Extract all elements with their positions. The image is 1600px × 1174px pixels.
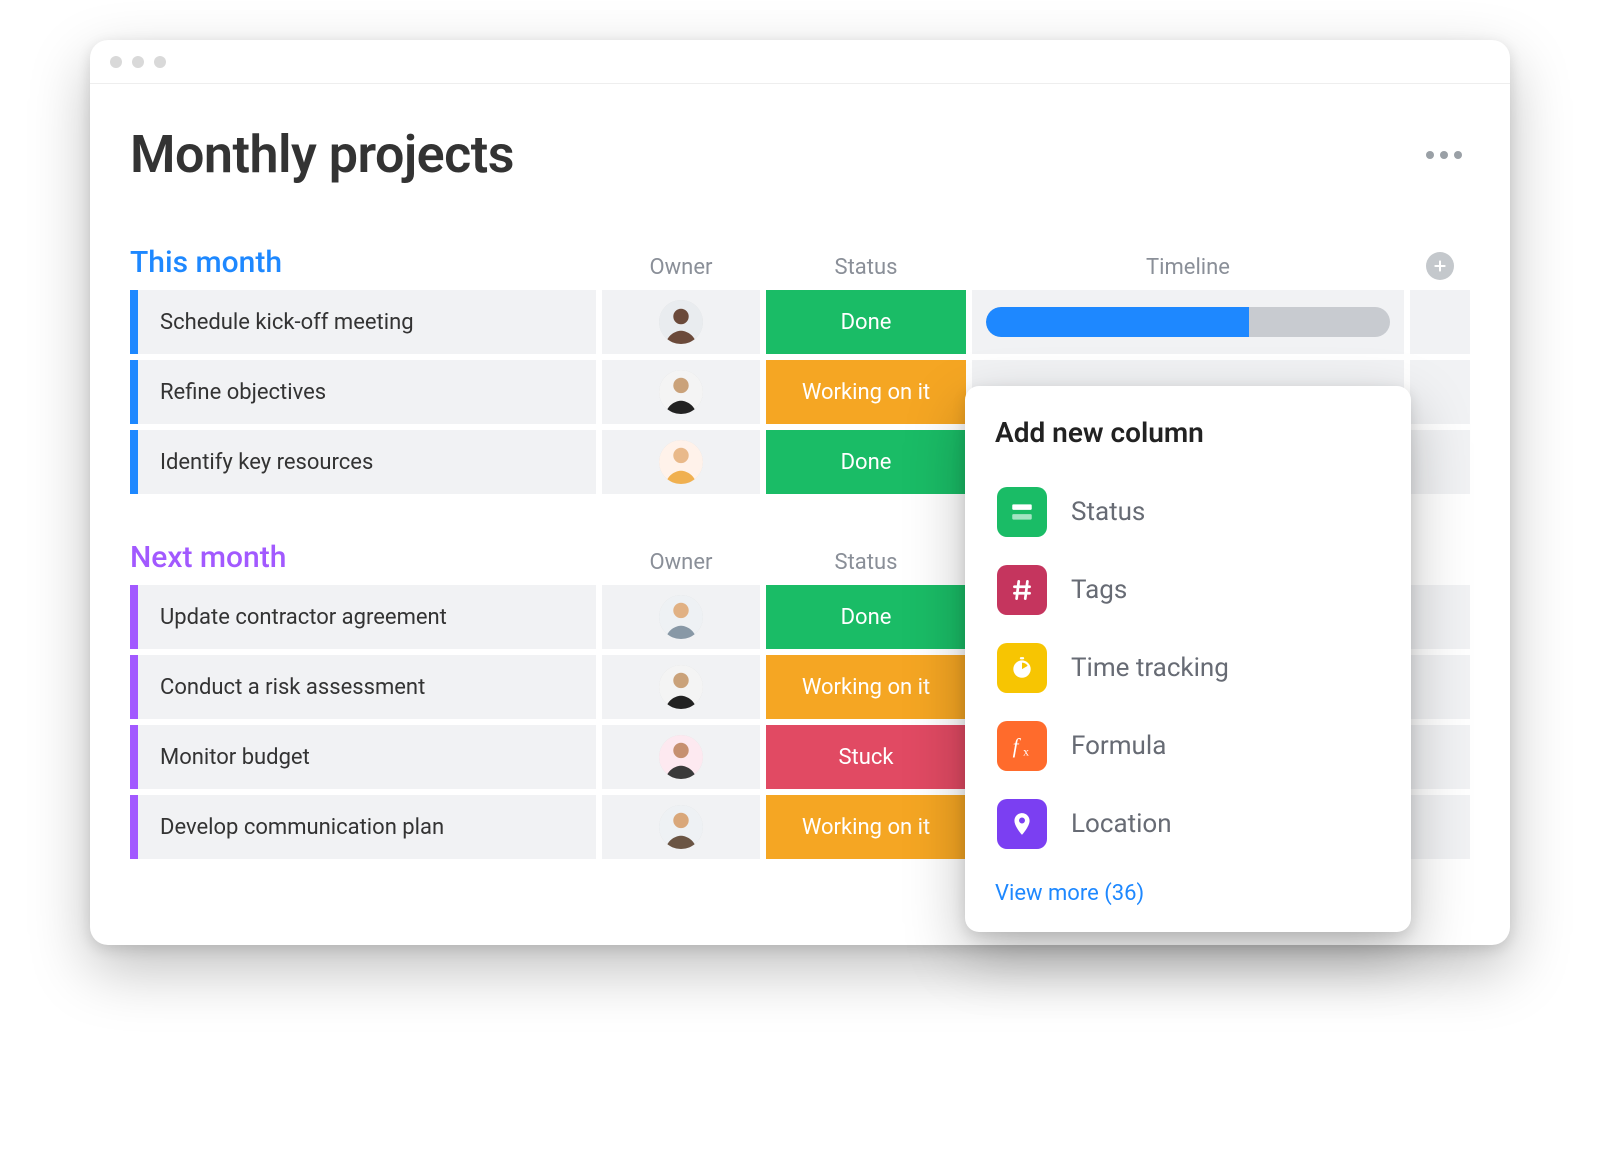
owner-cell[interactable]: [602, 430, 760, 494]
status-cell[interactable]: Done: [766, 430, 966, 494]
status-cell[interactable]: Working on it: [766, 360, 966, 424]
more-dot: [1440, 151, 1448, 159]
window-dot: [110, 56, 122, 68]
svg-text:f: f: [1013, 734, 1022, 758]
group-header: This month Owner Status Timeline: [130, 245, 1470, 290]
column-header-status[interactable]: Status: [766, 550, 966, 575]
add-column-button[interactable]: [1410, 252, 1470, 280]
owner-cell[interactable]: [602, 360, 760, 424]
board-more-button[interactable]: [1418, 143, 1470, 167]
item-name[interactable]: Schedule kick-off meeting: [130, 290, 596, 354]
column-type-label: Time tracking: [1071, 653, 1229, 683]
avatar: [659, 370, 703, 414]
view-more-link[interactable]: View more (36): [995, 881, 1381, 906]
column-header-status[interactable]: Status: [766, 255, 966, 280]
column-type-label: Location: [1071, 809, 1172, 839]
column-header-timeline[interactable]: Timeline: [972, 255, 1404, 280]
window-titlebar: [90, 40, 1510, 84]
item-name[interactable]: Develop communication plan: [130, 795, 596, 859]
status-cell[interactable]: Done: [766, 585, 966, 649]
item-name[interactable]: Update contractor agreement: [130, 585, 596, 649]
extra-cell: [1410, 360, 1470, 424]
board-header: Monthly projects: [130, 124, 1470, 185]
more-dot: [1454, 151, 1462, 159]
column-type-tags[interactable]: Tags: [995, 551, 1381, 629]
extra-cell: [1410, 725, 1470, 789]
extra-cell: [1410, 655, 1470, 719]
formula-icon: fx: [997, 721, 1047, 771]
hash-icon: [997, 565, 1047, 615]
svg-text:x: x: [1023, 745, 1029, 758]
item-name[interactable]: Monitor budget: [130, 725, 596, 789]
column-type-status[interactable]: Status: [995, 473, 1381, 551]
add-column-popover: Add new column Status Tags Time tracking…: [965, 386, 1411, 932]
item-name[interactable]: Identify key resources: [130, 430, 596, 494]
stopwatch-icon: [997, 643, 1047, 693]
window-dot: [132, 56, 144, 68]
owner-cell[interactable]: [602, 290, 760, 354]
column-header-owner[interactable]: Owner: [602, 550, 760, 575]
extra-cell: [1410, 795, 1470, 859]
status-cell[interactable]: Working on it: [766, 795, 966, 859]
timeline-bar: [986, 307, 1390, 337]
extra-cell: [1410, 430, 1470, 494]
owner-cell[interactable]: [602, 725, 760, 789]
status-icon: [997, 487, 1047, 537]
column-header-owner[interactable]: Owner: [602, 255, 760, 280]
plus-icon: [1426, 252, 1454, 280]
more-dot: [1426, 151, 1434, 159]
avatar: [659, 595, 703, 639]
board-title: Monthly projects: [130, 124, 514, 185]
popover-title: Add new column: [995, 416, 1381, 449]
timeline-cell[interactable]: [972, 290, 1404, 354]
avatar: [659, 665, 703, 709]
location-pin-icon: [997, 799, 1047, 849]
column-type-time-tracking[interactable]: Time tracking: [995, 629, 1381, 707]
owner-cell[interactable]: [602, 655, 760, 719]
owner-cell[interactable]: [602, 795, 760, 859]
column-type-label: Formula: [1071, 731, 1166, 761]
avatar: [659, 735, 703, 779]
table-row[interactable]: Schedule kick-off meeting Done: [130, 290, 1470, 354]
item-name[interactable]: Conduct a risk assessment: [130, 655, 596, 719]
column-type-label: Status: [1071, 497, 1145, 527]
column-type-formula[interactable]: fx Formula: [995, 707, 1381, 785]
column-type-location[interactable]: Location: [995, 785, 1381, 863]
owner-cell[interactable]: [602, 585, 760, 649]
avatar: [659, 300, 703, 344]
window-dot: [154, 56, 166, 68]
extra-cell: [1410, 290, 1470, 354]
status-cell[interactable]: Working on it: [766, 655, 966, 719]
column-type-label: Tags: [1071, 575, 1127, 605]
group-title[interactable]: This month: [130, 245, 596, 280]
status-cell[interactable]: Stuck: [766, 725, 966, 789]
timeline-fill: [986, 307, 1249, 337]
item-name[interactable]: Refine objectives: [130, 360, 596, 424]
status-cell[interactable]: Done: [766, 290, 966, 354]
avatar: [659, 440, 703, 484]
group-title[interactable]: Next month: [130, 540, 596, 575]
extra-cell: [1410, 585, 1470, 649]
avatar: [659, 805, 703, 849]
